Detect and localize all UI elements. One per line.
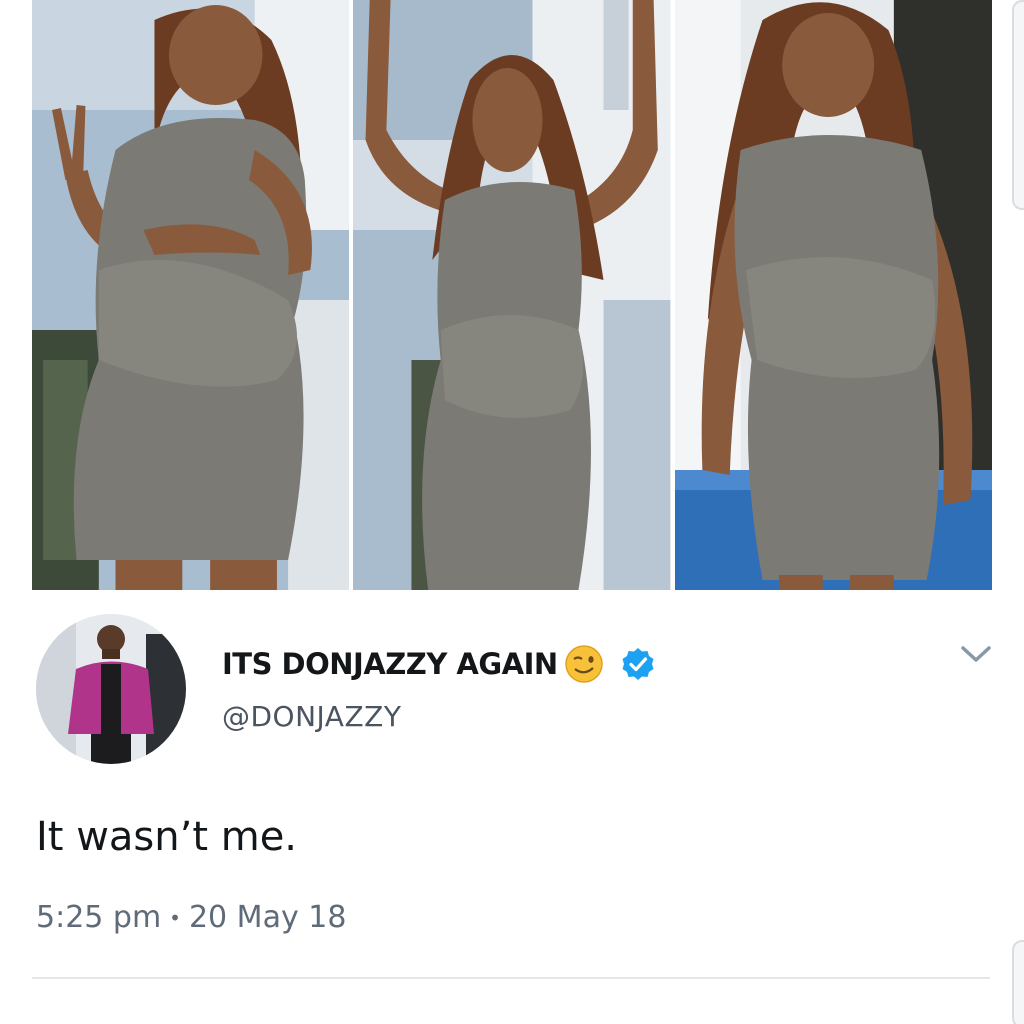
author-handle[interactable]: @DONJAZZY [222,700,401,733]
author-display-name[interactable]: ITS DONJAZZY AGAIN [222,647,558,681]
tweet-time: 5:25 pm [36,900,162,935]
scroll-edge-top [1012,0,1024,210]
photo-3-image [674,0,992,590]
author-name-row: ITS DONJAZZY AGAIN [222,644,656,684]
tweet-screenshot: ITS DONJAZZY AGAIN @DONJAZZY It wasn’t m… [0,0,1024,1024]
divider [32,977,990,979]
media-photo-2[interactable] [353,0,671,590]
winking-face-emoji-icon [564,644,604,684]
tweet-timestamp[interactable]: 5:25 pm • 20 May 18 [36,900,346,935]
chevron-down-icon[interactable] [958,640,994,670]
scroll-edge-bottom [1012,940,1024,1024]
avatar-image [36,614,186,764]
verified-badge-icon [620,646,656,682]
profile-avatar[interactable] [36,614,186,764]
photo-1-image [32,0,350,590]
tweet-text: It wasn’t me. [36,814,298,860]
tweet-date: 20 May 18 [188,900,347,935]
media-photo-3[interactable] [674,0,992,590]
media-photo-1[interactable] [32,0,350,590]
tweet-media[interactable] [32,0,992,590]
photo-2-image [353,0,671,590]
meta-separator: • [169,905,181,930]
